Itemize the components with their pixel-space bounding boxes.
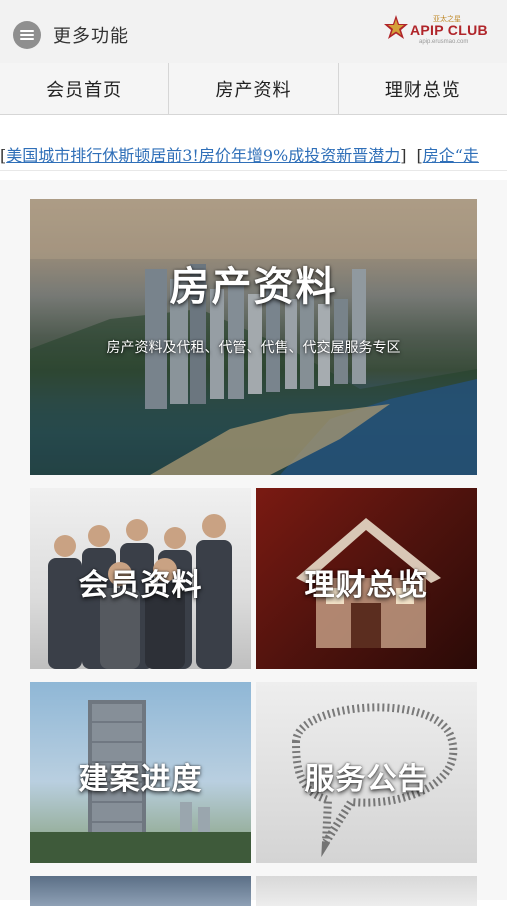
project-progress-card[interactable]: 建案进度 [30,682,251,863]
member-info-card[interactable]: 会员资料 [30,488,251,669]
top-bar: 更多功能 亚太之星 APIP CLUB apip.erusmao.com [0,0,507,64]
menu-icon[interactable] [13,21,41,49]
partial-card-left[interactable] [30,876,251,906]
property-info-title: 房产资料 [169,264,338,310]
finance-overview-card[interactable]: 理财总览 [256,488,477,669]
news-ticker: [美国城市排行休斯顿居前3!房价年增9%成投资新晋潜力] [房企“走 [0,142,507,166]
apip-club-logo[interactable]: 亚太之星 APIP CLUB apip.erusmao.com [383,14,495,48]
finance-overview-title: 理财总览 [304,568,429,603]
service-notice-card[interactable]: 服务公告 [256,682,477,863]
service-notice-title: 服务公告 [304,762,429,797]
ticker-link-1[interactable]: 美国城市排行休斯顿居前3!房价年增9%成投资新晋潜力 [6,146,400,165]
tab-finance-overview[interactable]: 理财总览 [339,63,507,114]
property-info-desc: 房产资料及代租、代管、代售、代交屋服务专区 [106,340,401,356]
tab-property-info[interactable]: 房产资料 [169,63,339,114]
divider [0,170,507,171]
ticker-link-2[interactable]: 房企“走 [423,146,479,165]
logo-url-text: apip.erusmao.com [419,39,469,45]
nav-tabs: 会员首页 房产资料 理财总览 [0,63,507,115]
more-functions-label[interactable]: 更多功能 [53,22,129,48]
logo-brand-text: APIP CLUB [410,22,488,38]
partial-card-right[interactable] [256,876,477,906]
member-info-title: 会员资料 [78,568,203,603]
project-progress-title: 建案进度 [78,762,203,797]
property-info-card[interactable]: 房产资料 房产资料及代租、代管、代售、代交屋服务专区 [30,199,477,475]
star-logo-icon [384,15,408,39]
bracket-close: ] [400,146,407,165]
tab-member-home[interactable]: 会员首页 [0,63,170,114]
